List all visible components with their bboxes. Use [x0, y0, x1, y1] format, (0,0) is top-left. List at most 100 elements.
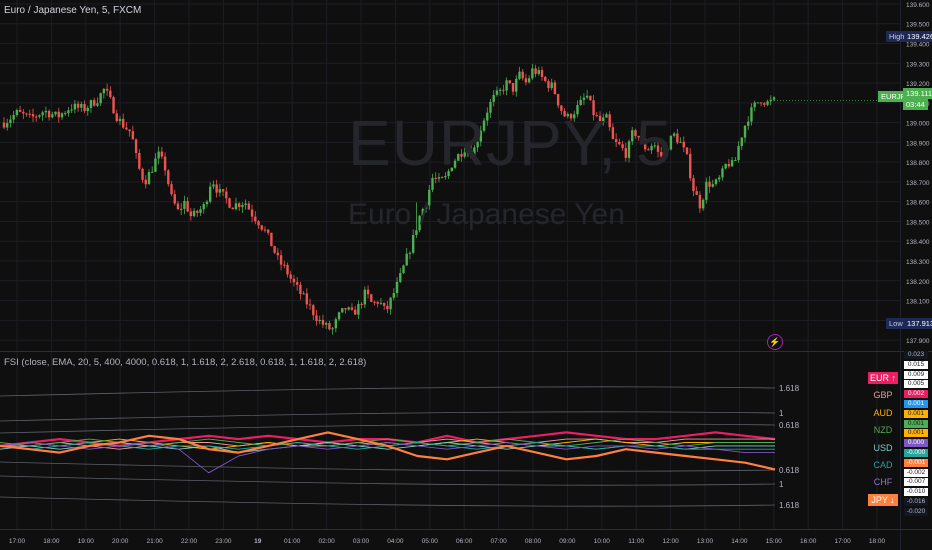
price-tick-label: 138.100	[906, 299, 930, 306]
candle-body	[305, 293, 309, 305]
candle-body	[25, 113, 28, 115]
candle-body	[547, 81, 550, 89]
candle-body	[254, 216, 257, 222]
candle-body	[395, 281, 399, 294]
candle-body	[208, 186, 212, 202]
candle-body	[366, 289, 370, 295]
lightning-event-icon[interactable]: ⚡	[767, 334, 783, 350]
candle-body	[495, 90, 499, 95]
candle-body	[125, 127, 128, 130]
candle-body	[67, 110, 70, 114]
time-tick-label: 14:00	[731, 538, 748, 545]
time-tick-label: 19	[254, 538, 262, 545]
candle-body	[35, 116, 38, 118]
time-tick-label: 21:00	[146, 538, 163, 545]
candle-body	[186, 200, 189, 212]
fsi-axis-value: 0.015	[904, 360, 928, 369]
candle-body	[12, 115, 15, 120]
candle-body	[730, 160, 734, 167]
candle-body	[689, 153, 692, 179]
candle-body	[266, 229, 270, 233]
fsi-axis-value: 0.002	[904, 390, 928, 399]
candle-body	[2, 122, 6, 128]
candle-body	[763, 103, 766, 105]
time-tick-label: 23:00	[215, 538, 232, 545]
candle-body	[196, 210, 199, 213]
candle-body	[118, 118, 122, 122]
symbol-title[interactable]: Euro / Japanese Yen, 5, FXCM	[4, 5, 141, 16]
candle-body	[289, 274, 292, 279]
candle-body	[766, 101, 769, 105]
fsi-axis-value: -0.010	[904, 488, 928, 497]
candle-body	[221, 189, 225, 192]
candle-body	[38, 115, 41, 117]
candle-body	[147, 172, 151, 185]
time-tick-label: 10:00	[594, 538, 611, 545]
candle-body	[734, 160, 737, 162]
candle-body	[363, 289, 367, 305]
candle-body	[714, 179, 718, 185]
candle-body	[144, 179, 147, 185]
candle-body	[212, 184, 215, 187]
candle-body	[589, 95, 592, 101]
candle-body	[237, 203, 241, 208]
candle-body	[273, 246, 276, 253]
candle-body	[357, 303, 360, 315]
price-chart[interactable]: 139.600 139.500 139.400 139.300 139.200139.1…	[0, 0, 932, 550]
candle-body	[353, 309, 357, 315]
candle-body	[57, 111, 60, 118]
candle-body	[112, 97, 115, 114]
candle-body	[96, 103, 99, 106]
indicator-title[interactable]: FSI (close, EMA, 20, 5, 400, 4000, 0.618…	[4, 357, 366, 368]
candle-body	[698, 194, 702, 209]
candle-body	[151, 171, 154, 173]
candle-body	[308, 304, 312, 306]
candle-body	[102, 88, 106, 94]
candle-body	[334, 319, 338, 329]
candle-body	[582, 97, 586, 100]
candle-body	[80, 103, 83, 108]
candle-body	[347, 307, 350, 310]
price-tick-label: 138.300	[906, 259, 930, 266]
candle-body	[302, 293, 305, 295]
candle-body	[44, 110, 48, 113]
candle-body	[47, 110, 51, 118]
candle-body	[283, 264, 286, 266]
candle-body	[83, 103, 86, 112]
candle-body	[737, 146, 740, 161]
legend-item: CAD	[873, 460, 893, 470]
candle-body	[89, 100, 93, 108]
watermark-name: Euro / Japanese Yen	[348, 198, 625, 231]
candle-body	[518, 71, 521, 79]
candle-body	[15, 109, 19, 116]
candle-body	[131, 131, 135, 140]
candle-body	[64, 113, 67, 115]
price-tick-label: 139.600	[906, 2, 930, 9]
time-tick-label: 19:00	[78, 538, 95, 545]
pane-separator[interactable]	[0, 351, 932, 352]
fsi-axis-value: 0.009	[904, 370, 928, 379]
time-tick-label: 18:00	[869, 538, 886, 545]
price-tick-label: 138.500	[906, 219, 930, 226]
candle-body	[28, 113, 31, 115]
candle-body	[218, 189, 222, 193]
candle-body	[279, 255, 283, 265]
candle-body	[234, 203, 238, 210]
time-tick-label: 15:00	[766, 538, 783, 545]
fsi-axis-value: 0.000	[904, 439, 928, 448]
candle-body	[173, 194, 176, 204]
time-tick-label: 03:00	[353, 538, 370, 545]
fsi-axis-value: 0.023	[904, 351, 928, 359]
candle-body	[299, 284, 302, 294]
price-tick-label: 138.600	[906, 200, 930, 207]
fsi-axis-value: -0.016	[904, 498, 928, 506]
candle-body	[31, 114, 35, 117]
candle-body	[192, 210, 196, 217]
price-tick-label: 139.000	[906, 121, 930, 128]
legend-item: USD	[873, 442, 893, 453]
candle-body	[759, 102, 763, 104]
candle-body	[163, 156, 167, 171]
candle-body	[392, 293, 396, 298]
candle-body	[692, 178, 695, 192]
candle-body	[18, 109, 22, 112]
